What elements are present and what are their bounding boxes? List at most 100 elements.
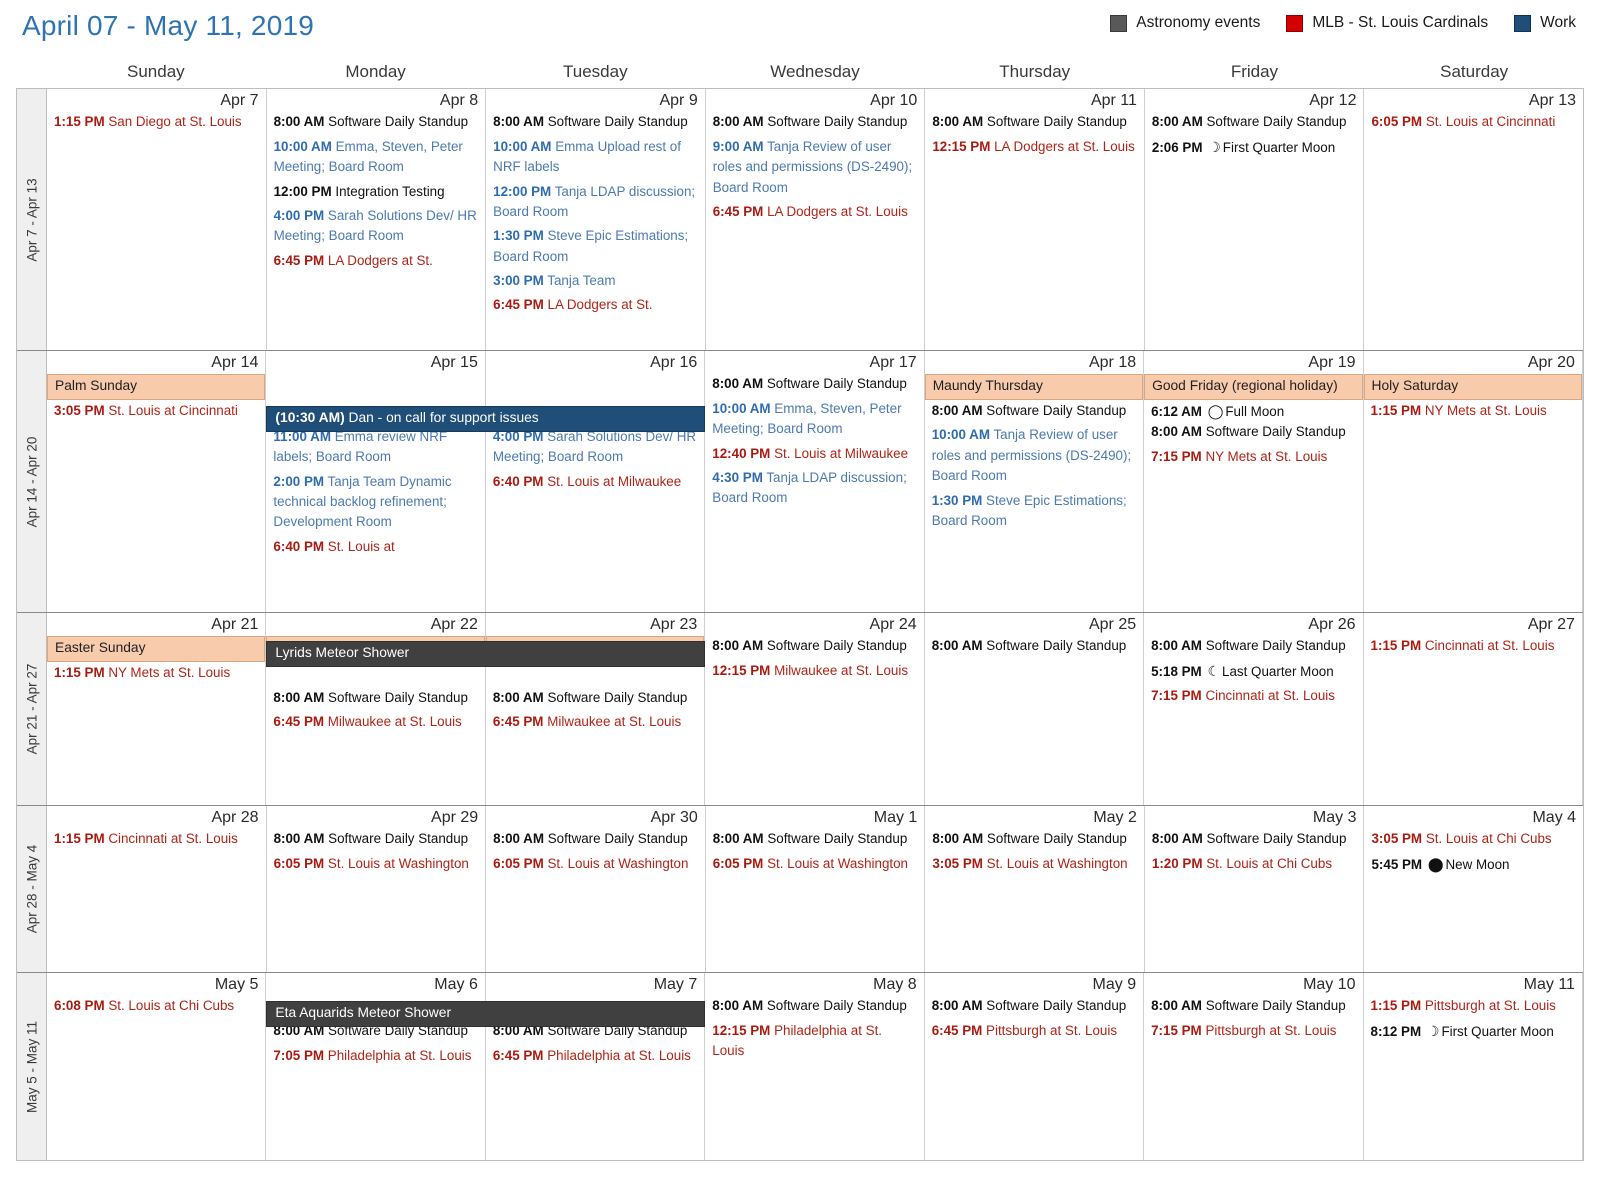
event-item[interactable]: 2:06 PM ☽First Quarter Moon: [1145, 137, 1364, 158]
event-item[interactable]: 12:00 PM Integration Testing: [267, 182, 486, 202]
event-item[interactable]: 9:00 AM Tanja Review of user roles and p…: [706, 137, 925, 198]
event-item[interactable]: 3:05 PM St. Louis at Washington: [925, 854, 1144, 874]
day-cell[interactable]: Apr 298:00 AM Software Daily Standup6:05…: [267, 806, 487, 972]
event-item[interactable]: 8:00 AM Software Daily Standup: [925, 636, 1143, 656]
day-cell[interactable]: May 18:00 AM Software Daily Standup6:05 …: [706, 806, 926, 972]
all-day-banner[interactable]: Easter Sunday: [47, 636, 265, 662]
event-item[interactable]: 4:30 PM Tanja LDAP discussion; Board Roo…: [705, 468, 923, 509]
day-cell[interactable]: Apr 88:00 AM Software Daily Standup10:00…: [267, 89, 487, 350]
event-item[interactable]: 8:00 AM Software Daily Standup: [1144, 636, 1362, 656]
day-cell[interactable]: Apr 258:00 AM Software Daily Standup: [925, 613, 1144, 805]
day-cell[interactable]: Apr 308:00 AM Software Daily Standup6:05…: [486, 806, 706, 972]
event-item[interactable]: 6:12 AM ◯Full Moon: [1144, 401, 1362, 422]
day-cell[interactable]: Apr 98:00 AM Software Daily Standup10:00…: [486, 89, 706, 350]
day-cell[interactable]: Apr 136:05 PM St. Louis at Cincinnati: [1364, 89, 1583, 350]
day-cell[interactable]: May 43:05 PM St. Louis at Chi Cubs5:45 P…: [1364, 806, 1583, 972]
event-item[interactable]: 1:15 PM Pittsburgh at St. Louis: [1364, 996, 1582, 1016]
day-cell[interactable]: May 98:00 AM Software Daily Standup6:45 …: [925, 973, 1144, 1160]
event-item[interactable]: 8:00 AM Software Daily Standup: [705, 636, 923, 656]
day-cell[interactable]: May 88:00 AM Software Daily Standup12:15…: [705, 973, 924, 1160]
event-item[interactable]: 8:00 AM Software Daily Standup: [925, 112, 1144, 132]
event-item[interactable]: 1:20 PM St. Louis at Chi Cubs: [1145, 854, 1364, 874]
day-cell[interactable]: Apr 118:00 AM Software Daily Standup12:1…: [925, 89, 1145, 350]
day-cell[interactable]: May 111:15 PM Pittsburgh at St. Louis8:1…: [1364, 973, 1583, 1160]
day-cell[interactable]: May 38:00 AM Software Daily Standup1:20 …: [1145, 806, 1365, 972]
event-item[interactable]: 4:00 PM Sarah Solutions Dev/ HR Meeting;…: [486, 427, 704, 468]
event-item[interactable]: 8:00 AM Software Daily Standup: [1145, 112, 1364, 132]
event-item[interactable]: 12:15 PM Milwaukee at St. Louis: [705, 661, 923, 681]
event-item[interactable]: 6:05 PM St. Louis at Washington: [486, 854, 705, 874]
event-item[interactable]: 1:15 PM NY Mets at St. Louis: [1364, 401, 1582, 421]
event-item[interactable]: 6:40 PM St. Louis at: [266, 537, 484, 557]
event-item[interactable]: 8:00 AM Software Daily Standup: [486, 829, 705, 849]
event-item[interactable]: 5:45 PM ⬤New Moon: [1364, 854, 1583, 875]
event-item[interactable]: 1:15 PM Cincinnati at St. Louis: [47, 829, 266, 849]
day-cell[interactable]: Apr 18Maundy Thursday8:00 AM Software Da…: [925, 351, 1144, 612]
event-item[interactable]: 6:05 PM St. Louis at Washington: [267, 854, 486, 874]
event-item[interactable]: 3:05 PM St. Louis at Chi Cubs: [1364, 829, 1583, 849]
day-cell[interactable]: Apr 158:00 AM Software Daily Standup11:0…: [266, 351, 485, 612]
multi-day-event-bar[interactable]: (10:30 AM) Dan - on call for support iss…: [266, 406, 705, 432]
event-item[interactable]: 8:00 AM Software Daily Standup: [1145, 829, 1364, 849]
day-cell[interactable]: May 28:00 AM Software Daily Standup3:05 …: [925, 806, 1145, 972]
event-item[interactable]: 10:00 AM Emma, Steven, Peter Meeting; Bo…: [267, 137, 486, 178]
all-day-banner[interactable]: Good Friday (regional holiday): [1144, 374, 1362, 400]
event-item[interactable]: 7:15 PM Cincinnati at St. Louis: [1144, 686, 1362, 706]
day-cell[interactable]: Apr 21Easter Sunday1:15 PM NY Mets at St…: [47, 613, 266, 805]
event-item[interactable]: 8:00 AM Software Daily Standup: [706, 112, 925, 132]
event-item[interactable]: 1:30 PM Steve Epic Estimations; Board Ro…: [925, 491, 1143, 532]
event-item[interactable]: 8:00 AM Software Daily Standup: [925, 996, 1143, 1016]
day-cell[interactable]: Apr 248:00 AM Software Daily Standup12:1…: [705, 613, 924, 805]
event-item[interactable]: 6:45 PM LA Dodgers at St.: [267, 251, 486, 271]
event-item[interactable]: 8:00 AM Software Daily Standup: [925, 401, 1143, 421]
day-cell[interactable]: Apr 268:00 AM Software Daily Standup5:18…: [1144, 613, 1363, 805]
multi-day-event-bar[interactable]: Lyrids Meteor Shower: [266, 641, 705, 667]
day-cell[interactable]: Apr 108:00 AM Software Daily Standup9:00…: [706, 89, 926, 350]
event-item[interactable]: 6:45 PM Milwaukee at St. Louis: [486, 712, 704, 732]
event-item[interactable]: 3:05 PM St. Louis at Cincinnati: [47, 401, 265, 421]
all-day-banner[interactable]: Holy Saturday: [1364, 374, 1582, 400]
event-item[interactable]: 8:00 AM Software Daily Standup: [925, 829, 1144, 849]
day-cell[interactable]: Apr 19Good Friday (regional holiday)6:12…: [1144, 351, 1363, 612]
event-item[interactable]: 12:15 PM Philadelphia at St. Louis: [705, 1021, 923, 1062]
day-cell[interactable]: May 108:00 AM Software Daily Standup7:15…: [1144, 973, 1363, 1160]
all-day-banner[interactable]: Palm Sunday: [47, 374, 265, 400]
event-item[interactable]: 6:40 PM St. Louis at Milwaukee: [486, 472, 704, 492]
event-item[interactable]: 7:15 PM NY Mets at St. Louis: [1144, 447, 1362, 467]
event-item[interactable]: 8:00 AM Software Daily Standup: [1144, 422, 1362, 442]
day-cell[interactable]: Apr 128:00 AM Software Daily Standup2:06…: [1145, 89, 1365, 350]
event-item[interactable]: 10:00 AM Emma Upload rest of NRF labels: [486, 137, 705, 178]
event-item[interactable]: 1:15 PM Cincinnati at St. Louis: [1364, 636, 1582, 656]
event-item[interactable]: 8:00 AM Software Daily Standup: [486, 112, 705, 132]
event-item[interactable]: 5:18 PM ☾Last Quarter Moon: [1144, 661, 1362, 682]
event-item[interactable]: 6:05 PM St. Louis at Cincinnati: [1364, 112, 1583, 132]
day-cell[interactable]: Apr 178:00 AM Software Daily Standup10:0…: [705, 351, 924, 612]
day-cell[interactable]: Apr 71:15 PM San Diego at St. Louis: [47, 89, 267, 350]
all-day-banner[interactable]: Maundy Thursday: [925, 374, 1143, 400]
event-item[interactable]: 1:15 PM NY Mets at St. Louis: [47, 663, 265, 683]
event-item[interactable]: 2:00 PM Tanja Team Dynamic technical bac…: [266, 472, 484, 533]
day-cell[interactable]: Apr 20Holy Saturday1:15 PM NY Mets at St…: [1364, 351, 1583, 612]
event-item[interactable]: 6:45 PM LA Dodgers at St.: [486, 295, 705, 315]
event-item[interactable]: 8:00 AM Software Daily Standup: [706, 829, 925, 849]
event-item[interactable]: 11:00 AM Emma review NRF labels; Board R…: [266, 427, 484, 468]
event-item[interactable]: 8:00 AM Software Daily Standup: [1144, 996, 1362, 1016]
event-item[interactable]: 8:00 AM Software Daily Standup: [266, 688, 484, 708]
day-cell[interactable]: May 56:08 PM St. Louis at Chi Cubs: [47, 973, 266, 1160]
event-item[interactable]: 8:00 AM Software Daily Standup: [267, 112, 486, 132]
day-cell[interactable]: Apr 281:15 PM Cincinnati at St. Louis: [47, 806, 267, 972]
day-cell[interactable]: Apr 168:00 AM Software Daily Standup4:00…: [486, 351, 705, 612]
event-item[interactable]: 12:40 PM St. Louis at Milwaukee: [705, 444, 923, 464]
event-item[interactable]: 6:45 PM Pittsburgh at St. Louis: [925, 1021, 1143, 1041]
event-item[interactable]: 6:45 PM LA Dodgers at St. Louis: [706, 202, 925, 222]
event-item[interactable]: 7:05 PM Philadelphia at St. Louis: [266, 1046, 484, 1066]
event-item[interactable]: 6:45 PM Philadelphia at St. Louis: [486, 1046, 704, 1066]
day-cell[interactable]: Apr 14Palm Sunday3:05 PM St. Louis at Ci…: [47, 351, 266, 612]
event-item[interactable]: 8:00 AM Software Daily Standup: [267, 829, 486, 849]
event-item[interactable]: 8:00 AM Software Daily Standup: [705, 374, 923, 394]
event-item[interactable]: 3:00 PM Tanja Team: [486, 271, 705, 291]
event-item[interactable]: 7:15 PM Pittsburgh at St. Louis: [1144, 1021, 1362, 1041]
event-item[interactable]: 10:00 AM Emma, Steven, Peter Meeting; Bo…: [705, 399, 923, 440]
multi-day-event-bar[interactable]: Eta Aquarids Meteor Shower: [266, 1001, 705, 1027]
event-item[interactable]: 10:00 AM Tanja Review of user roles and …: [925, 425, 1143, 486]
